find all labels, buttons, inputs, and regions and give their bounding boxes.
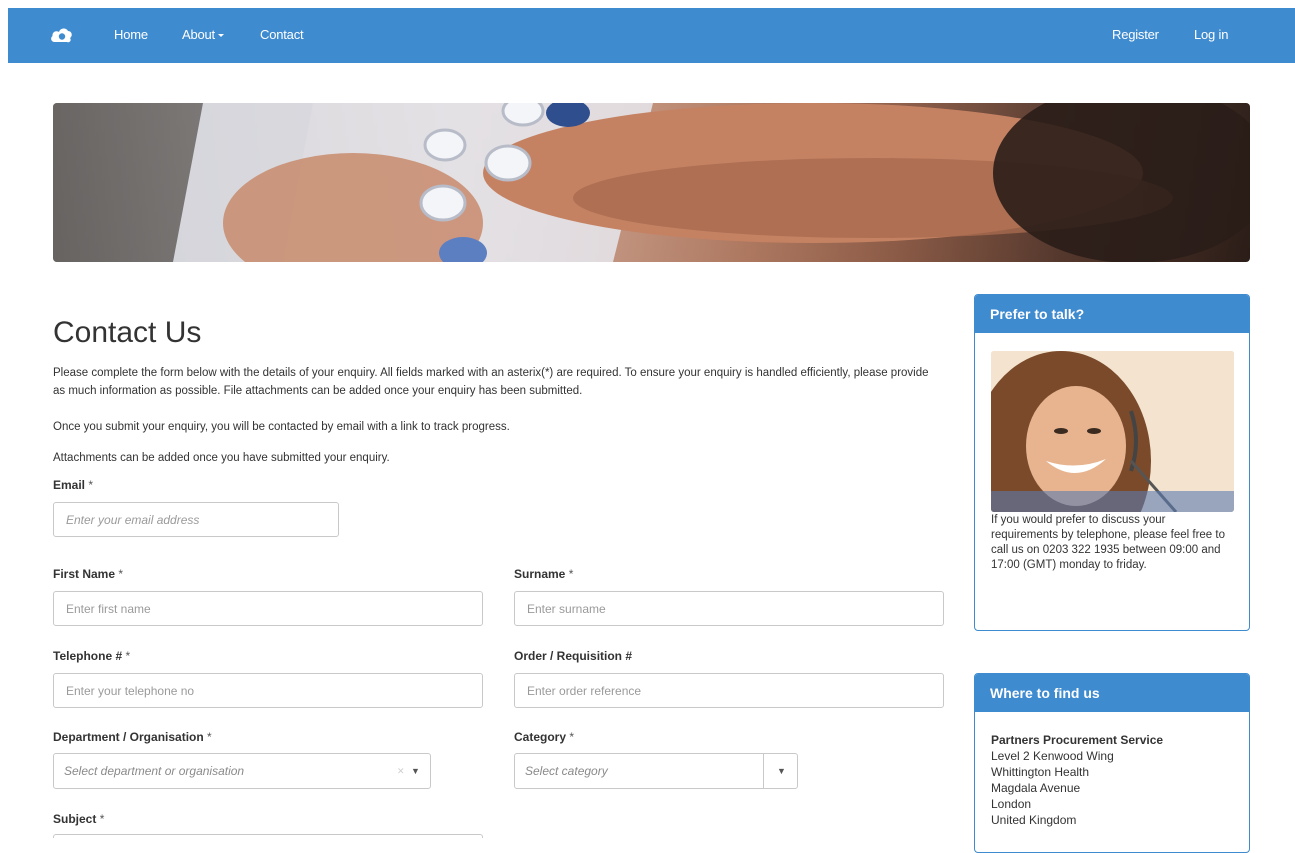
nav-login-link[interactable]: Log in <box>1194 27 1228 43</box>
order-ref-input[interactable] <box>514 673 944 708</box>
required-marker: * <box>125 649 131 663</box>
nav-about-dropdown[interactable]: About <box>182 27 224 43</box>
telephone-label: Telephone # * <box>53 649 130 663</box>
select-separator <box>763 754 764 788</box>
prefer-to-talk-title: Prefer to talk? <box>975 295 1249 333</box>
nav-register-link[interactable]: Register <box>1112 27 1159 43</box>
required-marker: * <box>99 812 105 826</box>
category-select-placeholder: Select category <box>525 764 608 778</box>
page-title: Contact Us <box>53 316 202 349</box>
where-to-find-us-panel: Where to find us Partners Procurement Se… <box>974 673 1250 853</box>
caret-down-icon <box>217 34 224 38</box>
department-select[interactable]: Select department or organisation ✕ ▼ <box>53 753 431 789</box>
where-to-find-us-title: Where to find us <box>975 674 1249 712</box>
nav-about-label: About <box>182 27 215 42</box>
attachments-text: Attachments can be added once you have s… <box>53 452 390 464</box>
track-progress-text: Once you submit your enquiry, you will b… <box>53 421 510 433</box>
department-label: Department / Organisation * <box>53 730 212 744</box>
address-line: Level 2 Kenwood Wing <box>991 749 1114 763</box>
required-marker: * <box>568 567 574 581</box>
cloud-logo-icon[interactable] <box>50 26 72 44</box>
address-block: Partners Procurement Service Level 2 Ken… <box>991 732 1241 828</box>
intro-paragraph: Please complete the form below with the … <box>53 367 929 397</box>
headset-agent-illustration <box>991 351 1234 512</box>
surname-input[interactable] <box>514 591 944 626</box>
clear-x-icon[interactable]: ✕ <box>397 754 405 788</box>
caret-down-icon: ▼ <box>411 766 420 776</box>
prefer-to-talk-panel: Prefer to talk? If you would prefer to d… <box>974 294 1250 631</box>
address-line: Whittington Health <box>991 765 1090 779</box>
subject-label-text: Subject <box>53 812 97 826</box>
address-line: United Kingdom <box>991 813 1077 827</box>
first-name-label-text: First Name <box>53 567 116 581</box>
phone-keypad-illustration <box>53 103 1250 262</box>
subject-input[interactable] <box>53 834 483 838</box>
first-name-input[interactable] <box>53 591 483 626</box>
address-org: Partners Procurement Service <box>991 733 1164 747</box>
top-navbar: Home About Contact Register Log in <box>8 8 1295 63</box>
email-label: Email * <box>53 478 93 492</box>
hero-banner-image <box>53 103 1250 262</box>
address-line: Magdala Avenue <box>991 781 1081 795</box>
nav-home-link[interactable]: Home <box>114 27 148 43</box>
order-ref-label-text: Order / Requisition # <box>514 649 633 663</box>
department-label-text: Department / Organisation <box>53 730 204 744</box>
category-label-text: Category <box>514 730 567 744</box>
address-line: London <box>991 797 1032 811</box>
category-label: Category * <box>514 730 574 744</box>
support-agent-photo <box>991 351 1234 512</box>
department-select-placeholder: Select department or organisation <box>64 764 245 778</box>
caret-down-icon[interactable]: ▼ <box>777 754 786 788</box>
telephone-input[interactable] <box>53 673 483 708</box>
email-input[interactable] <box>53 502 339 537</box>
surname-label: Surname * <box>514 567 573 581</box>
first-name-label: First Name * <box>53 567 123 581</box>
required-marker: * <box>207 730 212 744</box>
subject-label: Subject * <box>53 812 104 826</box>
required-marker: * <box>88 478 94 492</box>
required-marker: * <box>569 730 575 744</box>
telephone-label-text: Telephone # <box>53 649 123 663</box>
prefer-to-talk-text: If you would prefer to discuss your requ… <box>991 514 1225 571</box>
category-select[interactable]: Select category ▼ <box>514 753 798 789</box>
surname-label-text: Surname <box>514 567 566 581</box>
order-ref-label: Order / Requisition # <box>514 649 632 663</box>
email-label-text: Email <box>53 478 86 492</box>
nav-contact-link[interactable]: Contact <box>260 27 304 43</box>
required-marker: * <box>118 567 124 581</box>
